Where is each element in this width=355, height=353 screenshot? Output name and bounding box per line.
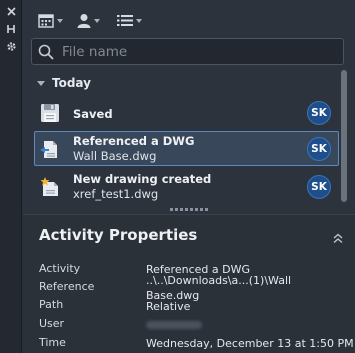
redacted-user [146,321,202,329]
close-icon[interactable] [3,4,19,18]
label-user: User [39,317,65,330]
item-title: Referenced a DWG [73,134,195,148]
user-filter-button[interactable] [77,10,100,30]
list-icon [117,14,133,26]
chevron-down-icon [94,19,100,23]
pin-panel-icon[interactable] [3,22,19,36]
search-input[interactable] [62,42,332,62]
label-time: Time [39,336,66,349]
list-item[interactable]: New drawing created xref_test1.dwg SK [34,169,339,204]
label-activity: Activity [39,262,81,275]
user-icon [77,13,91,28]
activity-panel: Today Saved SK Referenc [23,0,355,353]
gear-icon[interactable] [3,39,19,53]
list-item[interactable]: Saved SK [34,98,339,128]
item-title: Saved [73,107,113,121]
activity-list: Today Saved SK Referenced a DWG Wall Bas… [23,70,355,204]
chevron-down-icon [37,80,45,86]
new-drawing-icon [40,177,58,196]
group-header-today[interactable]: Today [37,76,91,90]
search-box [31,38,344,65]
chevron-down-icon [136,19,142,23]
toolbar [23,0,355,36]
avatar: SK [307,101,331,125]
referenced-file-icon [40,141,57,158]
list-scrollbar[interactable] [341,70,348,203]
value-time: Wednesday, December 13 at 1:50 PM [146,337,354,350]
item-subtitle: Wall Base.dwg [73,149,157,163]
chevron-down-icon [57,19,63,23]
avatar: SK [307,175,331,199]
collapse-button[interactable] [333,229,343,248]
left-rail [0,0,22,353]
value-reference: ..\..\Downloads\a...(1)\Wall [146,274,292,287]
properties-title: Activity Properties [39,226,198,244]
avatar: SK [307,137,331,161]
calendar-icon [38,13,54,28]
item-title: New drawing created [73,172,212,186]
list-view-button[interactable] [117,10,142,30]
value-path: Relative [146,300,191,313]
chevron-double-up-icon [333,233,343,244]
label-path: Path [39,298,64,311]
list-item[interactable]: Referenced a DWG Wall Base.dwg SK [34,131,339,166]
calendar-filter-button[interactable] [38,10,63,30]
search-icon [38,44,54,60]
save-disk-icon [41,104,59,122]
label-reference: Reference [39,280,95,293]
activity-properties-panel: Activity Properties Activity Reference P… [23,214,355,353]
scroll-thumb[interactable] [341,70,347,202]
value-user [146,320,202,331]
panel-splitter-handle[interactable] [23,205,355,213]
group-label: Today [52,76,91,90]
item-subtitle: xref_test1.dwg [73,187,159,201]
